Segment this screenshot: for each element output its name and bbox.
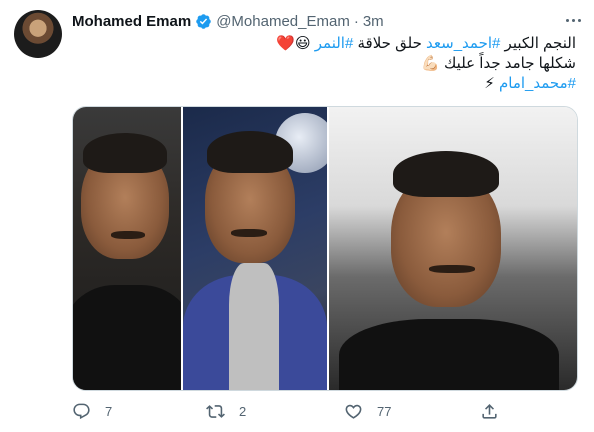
hashtag-link[interactable]: #احمد_سعد xyxy=(426,35,500,52)
reply-icon xyxy=(72,402,91,421)
tweet-line-2: شكلها جامد جداً عليك 💪🏻 xyxy=(421,55,576,72)
more-options-icon[interactable] xyxy=(562,12,584,28)
reply-count: 7 xyxy=(105,404,113,419)
display-name[interactable]: Mohamed Emam xyxy=(72,13,191,30)
like-button[interactable]: 77 xyxy=(344,402,391,421)
retweet-icon xyxy=(206,402,225,421)
text-fragment: النجم الكبير xyxy=(500,35,576,52)
tweet-line-3: #محمد_امام ⚡ xyxy=(76,74,576,94)
heart-icon xyxy=(344,402,363,421)
photo-1[interactable] xyxy=(73,107,181,390)
tweet-actions: 7 2 77 xyxy=(72,402,578,422)
emoji: ⚡ xyxy=(484,75,499,92)
share-button[interactable] xyxy=(480,402,499,421)
tweet-header: Mohamed Emam @Mohamed_Emam · 3m xyxy=(72,11,384,31)
text-fragment: حلق حلاقة xyxy=(353,35,427,52)
photo-2[interactable] xyxy=(183,107,327,390)
reply-button[interactable]: 7 xyxy=(72,402,112,421)
separator-dot: · xyxy=(353,12,359,30)
retweet-count: 2 xyxy=(239,404,247,419)
media-grid xyxy=(72,106,578,391)
hashtag-link[interactable]: #النمر xyxy=(315,35,354,52)
timestamp[interactable]: 3m xyxy=(363,13,384,30)
emoji: 😃❤️ xyxy=(276,35,315,52)
like-count: 77 xyxy=(377,404,392,419)
tweet-line-1: النجم الكبير #احمد_سعد حلق حلاقة #النمر … xyxy=(76,34,576,54)
hashtag-link[interactable]: #محمد_امام xyxy=(499,75,576,92)
retweet-button[interactable]: 2 xyxy=(206,402,246,421)
share-icon xyxy=(480,402,499,421)
photo-3[interactable] xyxy=(329,107,577,390)
avatar[interactable] xyxy=(14,10,62,58)
tweet-text: النجم الكبير #احمد_سعد حلق حلاقة #النمر … xyxy=(76,34,576,94)
user-handle[interactable]: @Mohamed_Emam xyxy=(216,13,350,30)
verified-badge-icon xyxy=(195,13,212,30)
tweet-card[interactable]: Mohamed Emam @Mohamed_Emam · 3m النجم ال… xyxy=(0,0,594,432)
